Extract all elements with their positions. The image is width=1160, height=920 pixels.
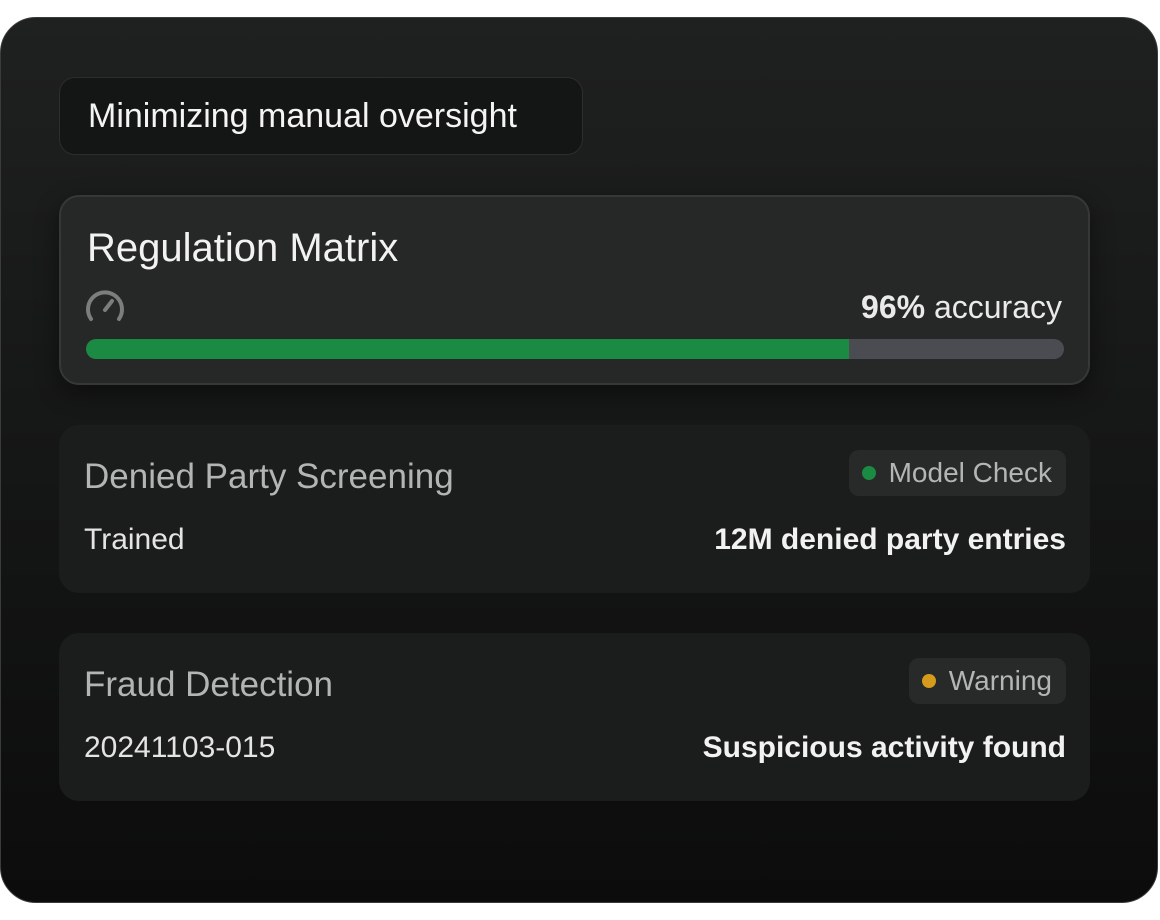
accuracy-progress-bar — [86, 339, 1064, 359]
status-badge: Warning — [908, 658, 1066, 704]
regulation-matrix-card[interactable]: Regulation Matrix 96% accuracy — [59, 195, 1090, 385]
card-title: Denied Party Screening — [84, 457, 454, 496]
denied-party-screening-card[interactable]: Denied Party Screening Model Check Train… — [59, 425, 1090, 593]
accuracy-label: accuracy — [933, 289, 1062, 325]
card-status-text: Trained — [84, 523, 185, 556]
status-badge-label: Model Check — [888, 457, 1052, 488]
section-title-chip: Minimizing manual oversight — [59, 77, 583, 155]
card-detail-text: Suspicious activity found — [702, 731, 1066, 764]
accuracy-value: 96% — [861, 289, 926, 325]
card-title: Fraud Detection — [84, 665, 334, 704]
status-dot-icon — [921, 674, 936, 688]
card-detail-text: 12M denied party entries — [714, 523, 1066, 556]
card-id-text: 20241103-015 — [84, 731, 276, 764]
matrix-title: Regulation Matrix — [87, 226, 399, 270]
fraud-detection-card[interactable]: Fraud Detection Warning 20241103-015 Sus… — [59, 633, 1090, 801]
gauge-icon — [86, 290, 124, 321]
status-badge-label: Warning — [948, 665, 1052, 696]
panel-window: Minimizing manual oversight Regulation M… — [0, 17, 1158, 903]
accuracy-readout: 96% accuracy — [861, 289, 1062, 325]
status-badge: Model Check — [848, 450, 1066, 496]
accuracy-progress-fill — [86, 339, 849, 359]
status-dot-icon — [861, 466, 876, 480]
